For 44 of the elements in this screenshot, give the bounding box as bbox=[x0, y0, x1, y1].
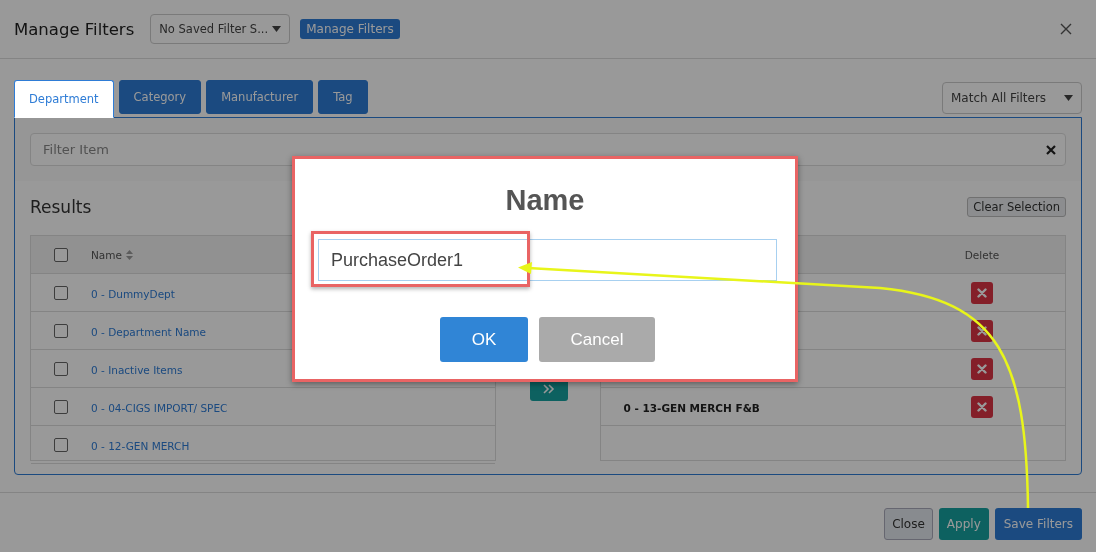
delete-button[interactable] bbox=[971, 357, 993, 380]
ok-button[interactable]: OK bbox=[440, 317, 528, 362]
caret-icon bbox=[1064, 95, 1073, 101]
clear-selection-button[interactable]: Clear Selection bbox=[967, 197, 1066, 217]
tab[interactable]: Category bbox=[118, 80, 202, 114]
save-filters-button[interactable]: Save Filters bbox=[994, 508, 1082, 540]
caret-icon bbox=[272, 26, 282, 32]
column-header[interactable]: Name bbox=[91, 248, 122, 261]
tab[interactable]: Tag bbox=[318, 80, 368, 114]
checkbox[interactable] bbox=[54, 323, 68, 338]
close-button[interactable]: Close bbox=[884, 508, 933, 540]
checkbox[interactable] bbox=[54, 399, 68, 414]
selected-item: 0 - 13-GEN MERCH F&B bbox=[623, 402, 760, 414]
delete-button[interactable] bbox=[971, 281, 993, 304]
apply-button[interactable]: Apply bbox=[938, 508, 989, 540]
modal-title: Manage Filters bbox=[14, 19, 135, 39]
x-icon bbox=[977, 401, 987, 412]
department-link[interactable]: 0 - 12-GEN MERCH bbox=[91, 440, 190, 452]
column-header: Delete bbox=[964, 248, 1000, 261]
manage-filters-button[interactable]: Manage Filters bbox=[300, 19, 400, 39]
dialog-title: Name bbox=[504, 183, 586, 217]
department-link[interactable]: 0 - 04-CIGS IMPORT/ SPEC bbox=[91, 402, 228, 414]
checkbox[interactable] bbox=[54, 285, 68, 300]
x-icon bbox=[977, 363, 987, 374]
match-dropdown[interactable]: Match All Filters bbox=[942, 82, 1082, 114]
cancel-button[interactable]: Cancel bbox=[539, 317, 655, 362]
tab[interactable]: Manufacturer bbox=[206, 80, 314, 114]
department-link[interactable]: 0 - DummyDept bbox=[91, 288, 175, 300]
department-link[interactable]: 0 - Department Name bbox=[91, 326, 206, 338]
tab[interactable]: Department bbox=[14, 80, 114, 118]
checkbox[interactable] bbox=[54, 361, 68, 376]
results-heading: Results bbox=[30, 197, 92, 217]
sort-icon[interactable] bbox=[126, 249, 133, 260]
clear-icon[interactable] bbox=[1046, 144, 1056, 155]
x-icon bbox=[977, 325, 987, 336]
close-icon[interactable] bbox=[1060, 23, 1072, 35]
checkbox[interactable] bbox=[54, 247, 68, 262]
department-link[interactable]: 0 - Inactive Items bbox=[91, 364, 183, 376]
x-icon bbox=[977, 287, 987, 298]
checkbox[interactable] bbox=[54, 437, 68, 452]
double-chevron-icon bbox=[542, 384, 555, 394]
saved-filter-dropdown[interactable]: No Saved Filter S... bbox=[150, 14, 291, 44]
delete-button[interactable] bbox=[971, 395, 993, 418]
name-field[interactable]: PurchaseOrder1 bbox=[318, 239, 777, 281]
